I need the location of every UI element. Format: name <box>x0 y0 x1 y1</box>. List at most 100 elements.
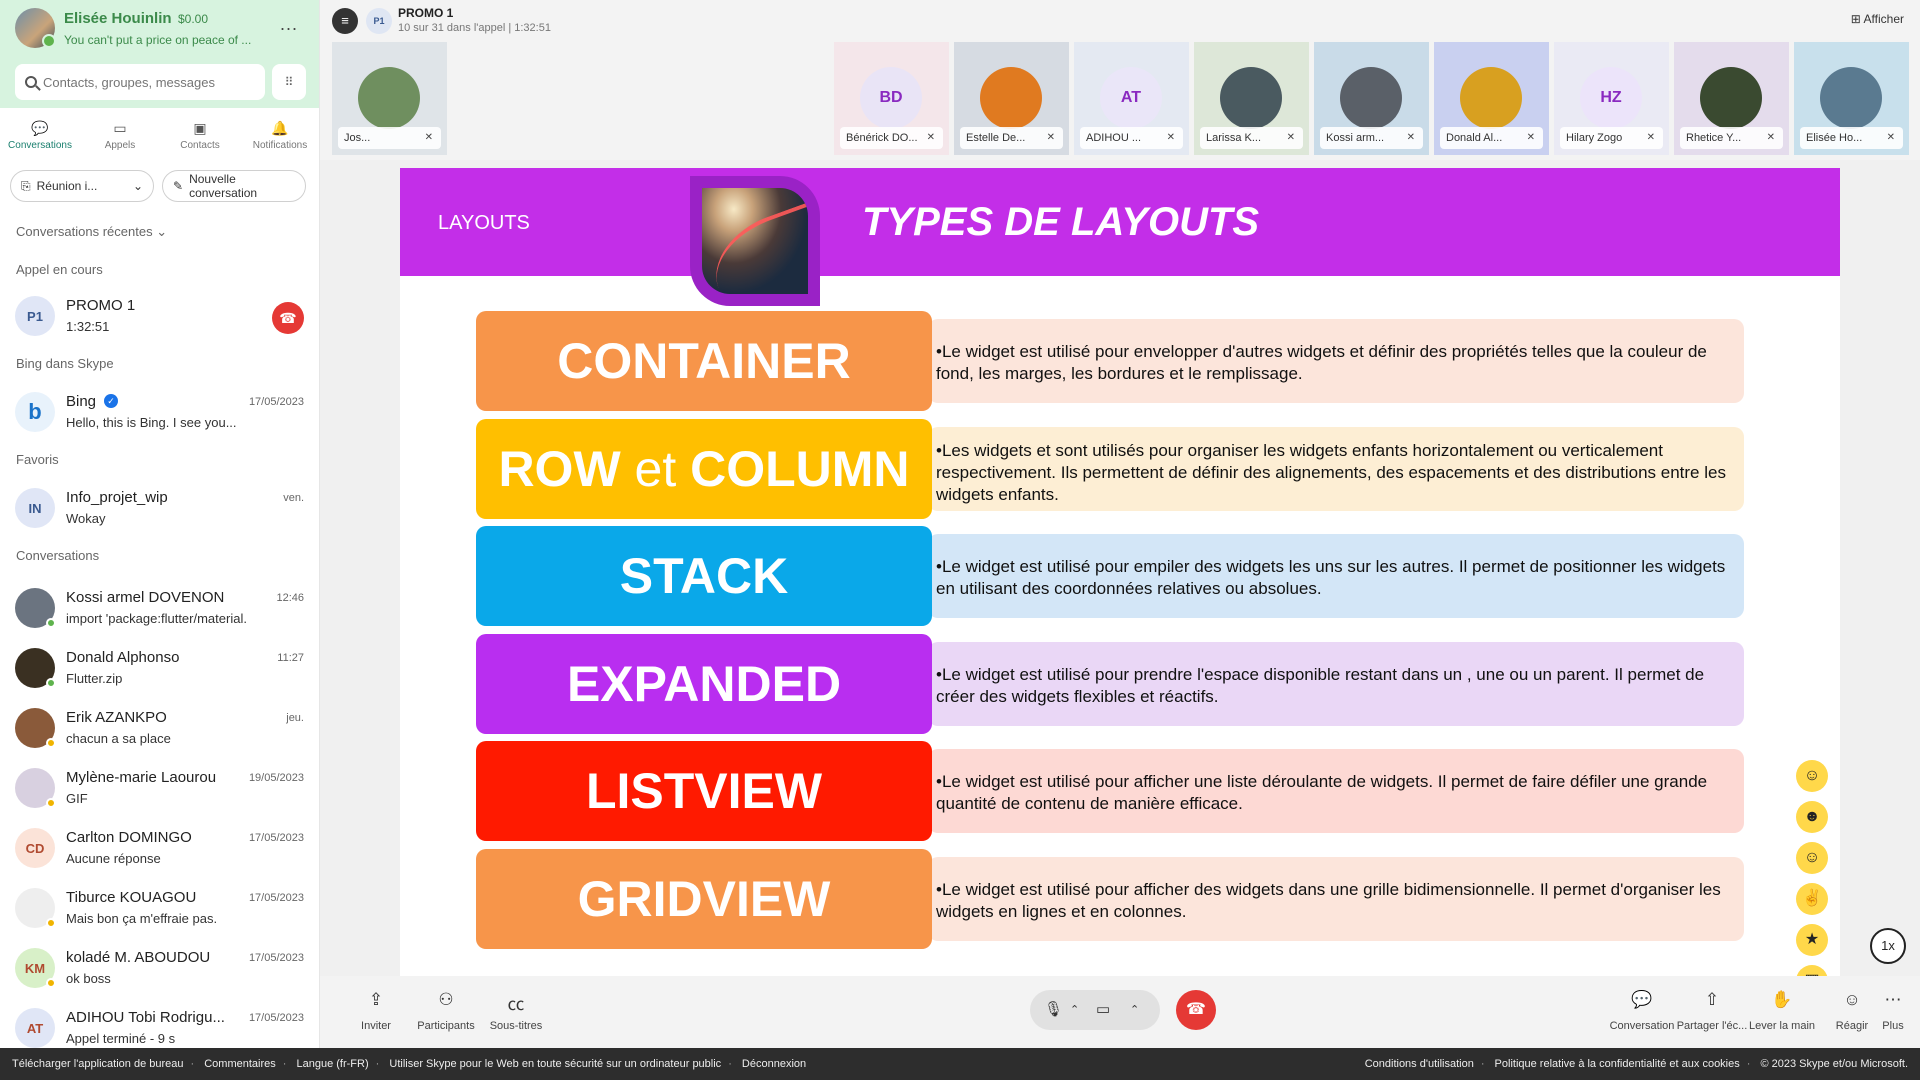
more-button[interactable]: ⋯ Plus <box>1866 990 1920 1032</box>
mood-message[interactable]: You can't put a price on peace of ... <box>64 33 251 47</box>
call-title[interactable]: PROMO 1 <box>398 6 453 20</box>
conversation-button[interactable]: 💬 Conversation <box>1602 990 1682 1032</box>
participant-tile[interactable]: BD Bénérick DO... ✕ <box>834 42 949 155</box>
share-screen-button[interactable]: ⇧ Partager l'éc... <box>1672 990 1752 1032</box>
tab-conversations[interactable]: 💬 Conversations <box>0 118 80 162</box>
skype-credit[interactable]: $0.00 <box>178 12 208 26</box>
invite-button[interactable]: ⇪ Inviter <box>336 990 416 1032</box>
tab-contacts[interactable]: ▣ Contacts <box>160 118 240 162</box>
conversation-item[interactable]: Tiburce KOUAGOU Mais bon ça m'effraie pas… <box>0 880 319 936</box>
participant-tile[interactable]: Estelle De... ✕ <box>954 42 1069 155</box>
footer-link[interactable]: Déconnexion <box>742 1058 806 1070</box>
footer-link[interactable]: Langue (fr-FR) <box>297 1058 369 1070</box>
mic-muted-icon[interactable]: 🎙 <box>1044 1000 1063 1018</box>
playback-speed-button[interactable]: 1x <box>1870 928 1906 964</box>
chevron-down-icon: ⌄ <box>132 179 143 193</box>
conversation-item[interactable]: KM koladé M. ABOUDOU ok boss 17/05/2023 <box>0 940 319 996</box>
participant-avatar: HZ <box>1580 67 1642 129</box>
dialpad-icon[interactable]: ⠿ <box>272 64 306 100</box>
participant-tile[interactable]: Larissa K... ✕ <box>1194 42 1309 155</box>
mic-muted-icon: ✕ <box>1526 132 1535 143</box>
more-options-icon[interactable]: ... <box>280 14 298 35</box>
tab-calls[interactable]: ▭ Appels <box>80 118 160 162</box>
conversation-title: PROMO 1 <box>66 297 136 314</box>
layout-description: •Le widget est utilisé pour envelopper d… <box>928 319 1744 403</box>
share-icon: ⇪ <box>368 990 384 1009</box>
conversation-item[interactable]: CD Carlton DOMINGO Aucune réponse 17/05/202… <box>0 820 319 876</box>
new-conversation-button[interactable]: ✎ Nouvelle conversation <box>162 170 306 202</box>
chevron-up-icon[interactable]: ⌃ <box>1130 1003 1139 1016</box>
participant-tile[interactable]: Donald Al... ✕ <box>1434 42 1549 155</box>
participant-tile[interactable]: Jos... ✕ <box>332 42 447 155</box>
footer-link[interactable]: Politique relative à la confidentialité … <box>1495 1058 1740 1070</box>
conversation-item[interactable]: Mylène-marie Laourou GIF 19/05/2023 <box>0 760 319 816</box>
view-button[interactable]: ⊞ Afficher <box>1851 12 1904 26</box>
search-box[interactable] <box>15 64 265 100</box>
end-call-button[interactable]: ☎ <box>272 302 304 334</box>
conversation-item[interactable]: Erik AZANKPO chacun a sa place jeu. <box>0 700 319 756</box>
recent-conversations-header[interactable]: Conversations récentes ⌄ <box>16 224 167 240</box>
participant-tile[interactable]: HZ Hilary Zogo ✕ <box>1554 42 1669 155</box>
tab-notifications[interactable]: 🔔 Notifications <box>240 118 319 162</box>
grid-icon: ⊞ <box>1850 12 1864 26</box>
bing-logo-icon: b <box>15 392 55 432</box>
profile-avatar[interactable] <box>15 8 56 48</box>
call-controls: ⇪ Inviter ⚇ Participants ㏄ Sous-titres 🎙 ⌃ … <box>320 976 1920 1048</box>
conversation-preview: Mais bon ça m'effraie pas. <box>66 911 218 926</box>
participant-avatar <box>1460 67 1522 129</box>
footer-link[interactable]: Télécharger l'application de bureau <box>12 1058 184 1070</box>
active-call-item[interactable]: P1 PROMO 1 1:32:51 ☎ <box>0 288 319 344</box>
shared-screen: LAYOUTS TYPES DE LAYOUTS •Le widget est … <box>320 160 1920 978</box>
meeting-button[interactable]: ⎘ Réunion i... ⌄ <box>10 170 154 202</box>
layout-name: LISTVIEW <box>476 741 932 841</box>
conversation-preview: Hello, this is Bing. I see you... <box>66 415 237 430</box>
conversation-item[interactable]: Donald Alphonso Flutter.zip 11:27 <box>0 640 319 696</box>
menu-icon[interactable]: ≡ <box>332 8 358 34</box>
captions-label: Sous-titres <box>489 1020 543 1032</box>
mic-muted-icon: ✕ <box>1766 132 1775 143</box>
search-input[interactable] <box>43 74 253 90</box>
participants-button[interactable]: ⚇ Participants <box>406 990 486 1032</box>
layout-description: •Le widget est utilisé pour afficher une… <box>928 749 1744 833</box>
hang-up-button[interactable]: ☎ <box>1176 990 1216 1030</box>
more-label: Plus <box>1882 1020 1904 1032</box>
presence-indicator <box>46 978 56 988</box>
reaction-stream: ☺ ☻ ☺ ✌ ★ ▦ <box>1796 760 1828 1006</box>
conversation-title: ADIHOU Tobi Rodrigu... <box>66 1009 225 1026</box>
layout-name-part: COLUMN <box>676 440 910 497</box>
layout-row: •Le widget est utilisé pour afficher des… <box>476 848 1752 949</box>
celebrate-emoji-icon: ★ <box>1796 924 1828 956</box>
conversation-title: Kossi armel DOVENON <box>66 589 225 606</box>
participant-tile[interactable]: Elisée Ho... ✕ <box>1794 42 1909 155</box>
conversation-preview: import 'package:flutter/material.... <box>66 611 246 626</box>
new-conversation-label: Nouvelle conversation <box>189 172 258 200</box>
raise-hand-button[interactable]: ✋ Lever la main <box>1742 990 1822 1032</box>
layout-row: •Le widget est utilisé pour envelopper d… <box>476 311 1752 411</box>
participant-tile[interactable]: Rhetice Y... ✕ <box>1674 42 1789 155</box>
footer-link[interactable]: Conditions d'utilisation <box>1365 1058 1474 1070</box>
conversation-item[interactable]: Kossi armel DOVENON import 'package:flutt… <box>0 580 319 636</box>
light-trail-image <box>702 188 808 294</box>
participant-tile[interactable]: Kossi arm... ✕ <box>1314 42 1429 155</box>
share-screen-icon: ⇧ <box>1704 990 1720 1009</box>
footer-link[interactable]: Commentaires <box>204 1058 276 1070</box>
camera-off-icon[interactable]: ▭ <box>1096 1000 1110 1018</box>
mic-muted-icon: ✕ <box>1046 132 1055 143</box>
people-icon: ⚇ <box>438 990 454 1009</box>
conversation-preview: Aucune réponse <box>66 851 161 866</box>
copyright: © 2023 Skype et/ou Microsoft. <box>1760 1058 1908 1070</box>
conversation-title: Tiburce KOUAGOU <box>66 889 197 906</box>
footer-link[interactable]: Utiliser Skype pour le Web en toute sécu… <box>389 1058 721 1070</box>
slide-banner: LAYOUTS TYPES DE LAYOUTS <box>400 168 1840 276</box>
favorite-conversation[interactable]: IN Info_projet_wip Wokay ven. <box>0 480 319 536</box>
bing-conversation[interactable]: b Bing ✓ Hello, this is Bing. I see you.… <box>0 384 319 440</box>
layout-name: GRIDVIEW <box>476 848 932 949</box>
conversation-item[interactable]: AT ADIHOU Tobi Rodrigu... Appel terminé - … <box>0 1000 319 1048</box>
captions-button[interactable]: ㏄ Sous-titres <box>476 990 556 1032</box>
profile-name[interactable]: Elisée Houinlin <box>64 10 172 27</box>
chevron-up-icon[interactable]: ⌃ <box>1070 1003 1079 1016</box>
sidebar: Elisée Houinlin $0.00 You can't put a pr… <box>0 0 320 1048</box>
participant-tile[interactable]: AT ADIHOU ... ✕ <box>1074 42 1189 155</box>
layout-row: •Le widget est utilisé pour afficher une… <box>476 741 1752 841</box>
mic-muted-icon: ✕ <box>1166 132 1175 143</box>
